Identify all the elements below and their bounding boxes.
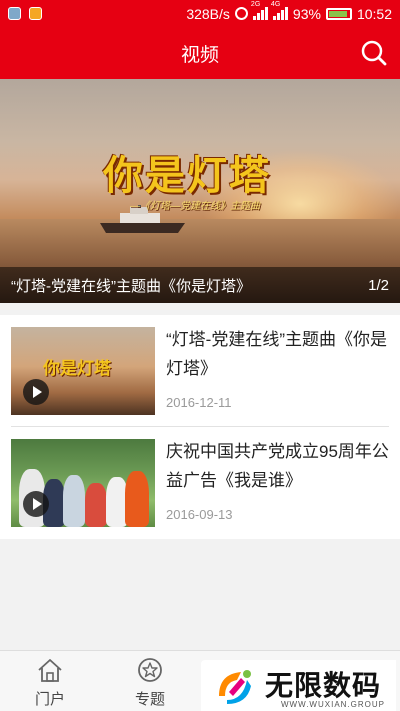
status-notifications — [8, 7, 42, 20]
video-title[interactable]: “灯塔-党建在线”主题曲《你是灯塔》 — [166, 325, 392, 383]
video-list: 你是灯塔 “灯塔-党建在线”主题曲《你是灯塔》 2016-12-11 庆祝中国共… — [0, 315, 400, 539]
banner-caption: “灯塔-党建在线”主题曲《你是灯塔》 — [11, 277, 251, 295]
status-indicators: 328B/s 2G 4G 93% 10:52 — [186, 1, 392, 22]
play-icon[interactable] — [23, 379, 49, 405]
play-icon[interactable] — [23, 491, 49, 517]
video-date: 2016-12-11 — [166, 395, 232, 410]
banner-image-title: 你是灯塔 — [103, 152, 271, 199]
video-list-item[interactable]: 你是灯塔 “灯塔-党建在线”主题曲《你是灯塔》 2016-12-11 — [0, 315, 400, 427]
thumbnail-title: 你是灯塔 — [43, 359, 111, 379]
clock: 10:52 — [356, 5, 392, 22]
battery-icon — [325, 7, 352, 20]
watermark-logo-icon — [219, 670, 251, 704]
alarm-icon — [234, 7, 248, 20]
person-figure — [63, 475, 85, 527]
video-thumbnail[interactable] — [11, 439, 155, 527]
tab-portal[interactable]: 门户 — [0, 651, 100, 711]
notification-app-icon — [29, 7, 42, 20]
star-icon — [138, 658, 162, 682]
search-icon[interactable] — [360, 39, 388, 67]
banner-carousel[interactable]: 你是灯塔 —《灯塔—党建在线》主题曲 “灯塔-党建在线”主题曲《你是灯塔》 1/… — [0, 79, 400, 303]
banner-pager: 1/2 — [368, 276, 389, 294]
banner-image-subtitle: —《灯塔—党建在线》主题曲 — [130, 201, 260, 212]
tab-label: 专题 — [134, 691, 165, 708]
banner-caption-bar: “灯塔-党建在线”主题曲《你是灯塔》 1/2 — [0, 267, 400, 303]
watermark-title: 无限数码 — [265, 670, 382, 701]
signal-icon: 4G — [271, 1, 288, 20]
tab-label: 门户 — [34, 691, 65, 708]
video-list-item[interactable]: 庆祝中国共产党成立95周年公益广告《我是谁》 2016-09-13 — [0, 427, 400, 539]
person-figure — [125, 471, 149, 527]
video-title[interactable]: 庆祝中国共产党成立95周年公益广告《我是谁》 — [166, 437, 392, 495]
app-header: 视频 — [0, 27, 400, 79]
network-speed: 328B/s — [186, 5, 230, 22]
person-figure — [85, 483, 107, 527]
watermark: 无限数码 WWW.WUXIAN.GROUP — [201, 660, 396, 711]
signal-icon: 2G — [251, 1, 268, 20]
watermark-subtitle: WWW.WUXIAN.GROUP — [281, 700, 385, 709]
video-thumbnail[interactable]: 你是灯塔 — [11, 327, 155, 415]
tab-topics[interactable]: 专题 — [100, 651, 200, 711]
network-type-label: 4G — [270, 1, 281, 8]
notification-app-icon — [8, 7, 21, 20]
battery-percent: 93% — [292, 5, 321, 22]
network-type-label: 2G — [250, 1, 261, 8]
video-date: 2016-09-13 — [166, 507, 233, 522]
status-bar: 328B/s 2G 4G 93% 10:52 — [0, 0, 400, 27]
home-icon — [38, 659, 62, 682]
page-title: 视频 — [180, 44, 219, 66]
